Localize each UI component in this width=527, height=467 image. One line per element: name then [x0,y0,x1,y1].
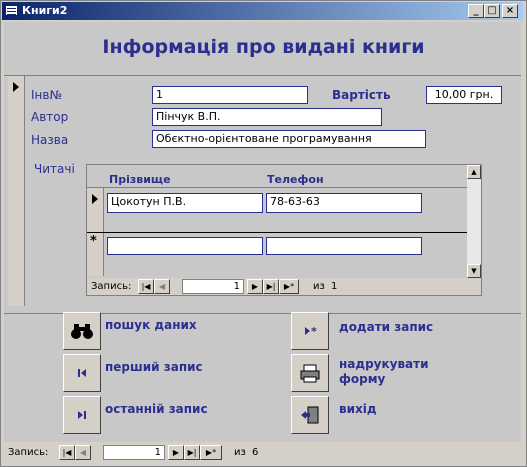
window-title: Книги2 [22,4,68,17]
subform-current-record-icon [92,194,98,204]
subform-header-divider [87,187,467,188]
main-first-record-icon[interactable]: |◀ [59,445,75,460]
main-nav-label: Запись: [8,447,49,458]
readers-label: Читачі [34,162,75,176]
subform-record-number-field[interactable]: 1 [182,279,244,294]
main-new-record-icon[interactable]: ▶* [200,445,222,460]
form-icon [5,5,18,16]
scroll-up-button[interactable]: ▲ [467,165,481,179]
main-last-record-icon[interactable]: ▶| [184,445,200,460]
search-button-label: пошук даних [105,318,197,332]
last-record-icon [78,411,86,419]
new-record-icon: * [90,234,97,249]
subform-next-record-icon[interactable]: ▶ [247,279,263,294]
subform-nav-label: Запись: [91,281,132,292]
main-next-record-icon[interactable]: ▶ [168,445,184,460]
main-record-number-field[interactable]: 1 [103,445,165,460]
add-record-button[interactable]: * [291,312,329,350]
scroll-down-button[interactable]: ▼ [467,264,481,278]
subform-total-records: 1 [331,281,338,292]
exit-button[interactable] [291,396,329,434]
main-of-label: из [234,447,246,458]
price-field[interactable]: 10,00 грн. [426,86,502,104]
subform-first-record-icon[interactable]: |◀ [138,279,154,294]
header-divider [4,75,521,76]
reader-surname-field[interactable]: Цокотун П.В. [107,193,263,213]
minimize-button[interactable]: _ [468,4,484,18]
print-button[interactable] [291,354,329,392]
binoculars-icon [71,324,93,339]
title-bar[interactable]: Книги2 _ □ × [2,2,523,20]
record-selector[interactable] [8,76,25,306]
reader-phone-field[interactable]: 78-63-63 [266,193,422,213]
first-record-button[interactable] [63,354,101,392]
inv-field[interactable]: 1 [152,86,308,104]
last-record-button[interactable] [63,396,101,434]
main-navigation-bar: Запись: |◀ ◀ 1 ▶ ▶| ▶* из 6 [4,443,521,463]
first-record-icon [78,369,86,377]
svg-text:*: * [311,325,317,338]
phone-column-header: Телефон [267,173,324,186]
last-record-button-label: останній запис [105,402,208,416]
maximize-button[interactable]: □ [484,4,500,18]
main-total-records: 6 [252,447,259,458]
subform-prev-record-icon[interactable]: ◀ [154,279,170,294]
subform-of-label: из [313,281,325,292]
author-field[interactable]: Пінчук В.П. [152,108,382,126]
form-heading: Інформація про видані книги [102,36,425,58]
new-phone-field[interactable] [266,237,422,255]
author-label: Автор [31,110,69,124]
subform-navigation-bar: Запись: |◀ ◀ 1 ▶ ▶| ▶* из 1 [87,278,481,295]
main-prev-record-icon[interactable]: ◀ [75,445,91,460]
subform-vscrollbar[interactable]: ▲ ▼ [467,165,481,278]
price-label: Вартість [332,88,391,102]
subform-last-record-icon[interactable]: ▶| [263,279,279,294]
first-record-button-label: перший запис [105,360,203,374]
exit-door-icon [301,406,319,424]
new-record-icon: * [305,325,317,338]
current-record-icon [13,82,19,92]
subform-new-record-icon[interactable]: ▶* [279,279,299,294]
new-surname-field[interactable] [107,237,263,255]
printer-icon [300,364,320,383]
search-button[interactable] [63,312,101,350]
exit-button-label: вихід [339,402,377,416]
title-field[interactable]: Обєктно-орієнтоване програмування [152,130,426,148]
readers-subform: Прізвище Телефон * Цокотун П.В. 78-63-63… [86,164,482,296]
add-record-button-label: додати запис [339,320,434,334]
surname-column-header: Прізвище [109,173,171,186]
inv-label: Інв№ [31,88,62,102]
close-button[interactable]: × [502,4,518,18]
title-label: Назва [31,133,69,147]
print-button-label: надрукувати форму [339,357,429,386]
subform-row-divider [87,232,467,233]
